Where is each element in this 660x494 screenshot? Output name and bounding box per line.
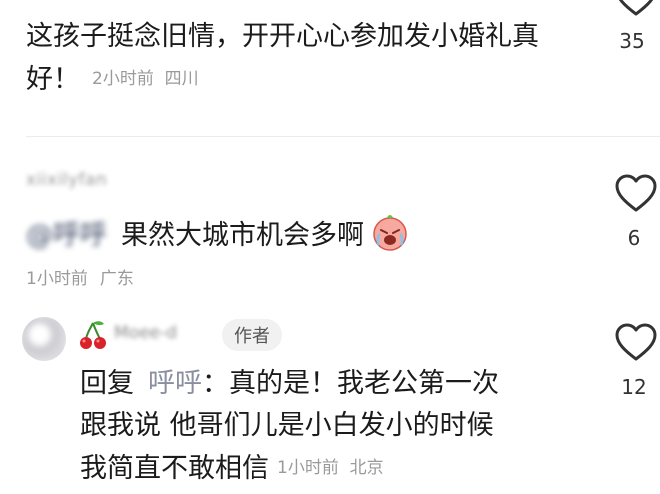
- comment-meta: 1小时前 广东: [26, 264, 134, 289]
- comment-username[interactable]: Moee-d: [114, 323, 177, 343]
- like-heart-icon[interactable]: [614, 174, 658, 214]
- comment-text: 真的是！我老公第一次: [229, 368, 499, 399]
- comment-meta: 1小时前 北京: [277, 458, 384, 478]
- comment-time: 2小时前: [92, 69, 154, 89]
- crying-laugh-emoji-icon: [373, 215, 407, 251]
- comment-item: xiixilyfan @呼呼 果然大城市机会多啊 1小时前 广东 6: [0, 150, 660, 300]
- reply-target-name[interactable]: 呼呼: [148, 368, 202, 399]
- comment-time: 1小时前: [277, 458, 339, 478]
- reply-label: 回复: [80, 368, 134, 399]
- comment-time: 1小时前: [26, 269, 88, 289]
- comment-body: 这孩子挺念旧情，开开心心参加发小婚礼真好！ 2小时前 四川: [26, 16, 566, 101]
- comment-item: 35 这孩子挺念旧情，开开心心参加发小婚礼真好！ 2小时前 四川: [0, 0, 660, 130]
- reply-separator: ：: [202, 368, 229, 399]
- cherry-icon: [80, 321, 106, 349]
- comment-line: 跟我说 他哥们儿是小白发小的时候: [80, 410, 494, 441]
- like-heart-icon[interactable]: [614, 323, 658, 363]
- avatar[interactable]: [22, 317, 66, 361]
- mention-link[interactable]: @呼呼: [26, 213, 107, 252]
- like-heart-icon[interactable]: [614, 0, 658, 18]
- like-count: 6: [627, 226, 641, 250]
- comment-location: 北京: [349, 458, 384, 478]
- comment-list: 35 这孩子挺念旧情，开开心心参加发小婚礼真好！ 2小时前 四川 xiixilyf…: [0, 0, 660, 494]
- comment-username[interactable]: xiixilyfan: [26, 170, 107, 190]
- like-count: 12: [621, 375, 647, 399]
- comment-text: 我简直不敢相信: [80, 453, 269, 484]
- comment-item: Moee-d 作者 回复 呼呼：真的是！我老公第一次 跟我说 他哥们儿是小白发小的…: [0, 305, 660, 494]
- comment-location: 广东: [99, 269, 134, 289]
- divider: [26, 136, 660, 137]
- comment-meta: 2小时前 四川: [92, 69, 199, 89]
- comment-body: 回复 呼呼：真的是！我老公第一次 跟我说 他哥们儿是小白发小的时候 我简直不敢相信…: [80, 363, 600, 490]
- comment-text: 果然大城市机会多啊: [121, 219, 364, 251]
- like-count: 35: [619, 29, 645, 53]
- author-badge: 作者: [222, 319, 282, 351]
- comment-body: @呼呼 果然大城市机会多啊: [26, 212, 410, 252]
- comment-line: 回复 呼呼：真的是！我老公第一次: [80, 363, 600, 405]
- comment-location: 四川: [164, 69, 199, 89]
- comment-line: 我简直不敢相信 1小时前 北京: [80, 447, 600, 490]
